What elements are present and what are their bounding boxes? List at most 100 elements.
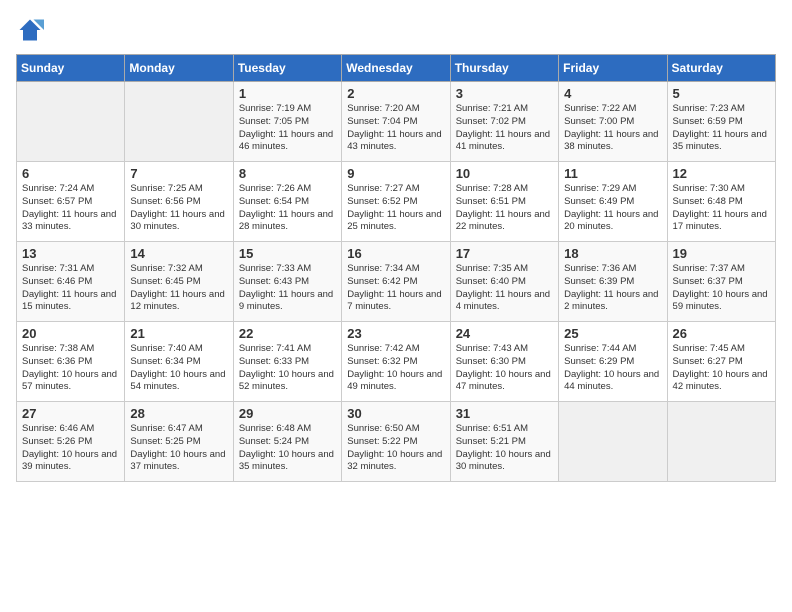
day-number: 17 [456,246,553,261]
calendar-cell: 9Sunrise: 7:27 AMSunset: 6:52 PMDaylight… [342,162,450,242]
week-row-3: 13 Sunrise: 7:31 AMSunset: 6:46 PMDayligh… [17,242,776,322]
day-number: 5 [673,86,770,101]
calendar-cell: 14 Sunrise: 7:32 AMSunset: 6:45 PMDayligh… [125,242,233,322]
cell-details: Sunrise: 7:43 AMSunset: 6:30 PMDaylight:… [456,343,553,394]
week-row-1: 1 Sunrise: 7:19 AMSunset: 7:05 PMDaylight… [17,82,776,162]
cell-details: Sunrise: 7:41 AMSunset: 6:33 PMDaylight:… [239,343,336,394]
calendar-cell: 5 Sunrise: 7:23 AMSunset: 6:59 PMDaylight… [667,82,775,162]
day-number: 11 [564,166,661,181]
calendar-cell: 8 Sunrise: 7:26 AMSunset: 6:54 PMDaylight… [233,162,341,242]
cell-details: Sunrise: 7:45 AMSunset: 6:27 PMDaylight:… [673,343,770,394]
calendar-cell: 17Sunrise: 7:35 AMSunset: 6:40 PMDayligh… [450,242,558,322]
cell-details: Sunrise: 7:31 AMSunset: 6:46 PMDaylight:… [22,263,119,314]
calendar-cell: 7Sunrise: 7:25 AMSunset: 6:56 PMDaylight… [125,162,233,242]
calendar-cell: 18 Sunrise: 7:36 AMSunset: 6:39 PMDayligh… [559,242,667,322]
day-number: 25 [564,326,661,341]
day-number: 8 [239,166,336,181]
calendar-cell: 3 Sunrise: 7:21 AMSunset: 7:02 PMDaylight… [450,82,558,162]
day-number: 27 [22,406,119,421]
calendar-cell: 2Sunrise: 7:20 AMSunset: 7:04 PMDaylight… [342,82,450,162]
calendar-cell: 4 Sunrise: 7:22 AMSunset: 7:00 PMDaylight… [559,82,667,162]
calendar-cell: 15 Sunrise: 7:33 AMSunset: 6:43 PMDayligh… [233,242,341,322]
calendar-table: SundayMondayTuesdayWednesdayThursdayFrid… [16,54,776,482]
cell-details: Sunrise: 7:24 AMSunset: 6:57 PMDaylight:… [22,183,119,234]
calendar-cell: 31Sunrise: 6:51 AMSunset: 5:21 PMDayligh… [450,402,558,482]
calendar-cell: 29 Sunrise: 6:48 AMSunset: 5:24 PMDayligh… [233,402,341,482]
day-number: 14 [130,246,227,261]
cell-details: Sunrise: 7:23 AMSunset: 6:59 PMDaylight:… [673,103,770,154]
calendar-cell [559,402,667,482]
calendar-cell: 21 Sunrise: 7:40 AMSunset: 6:34 PMDayligh… [125,322,233,402]
cell-details: Sunrise: 7:30 AMSunset: 6:48 PMDaylight:… [673,183,770,234]
day-number: 2 [347,86,444,101]
calendar-cell: 13 Sunrise: 7:31 AMSunset: 6:46 PMDayligh… [17,242,125,322]
cell-details: Sunrise: 7:36 AMSunset: 6:39 PMDaylight:… [564,263,661,314]
cell-details: Sunrise: 7:29 AMSunset: 6:49 PMDaylight:… [564,183,661,234]
day-number: 18 [564,246,661,261]
cell-details: Sunrise: 6:46 AMSunset: 5:26 PMDaylight:… [22,423,119,474]
calendar-cell [667,402,775,482]
day-number: 30 [347,406,444,421]
day-number: 24 [456,326,553,341]
day-number: 6 [22,166,119,181]
day-number: 3 [456,86,553,101]
cell-details: Sunrise: 7:33 AMSunset: 6:43 PMDaylight:… [239,263,336,314]
day-number: 1 [239,86,336,101]
calendar-cell: 10Sunrise: 7:28 AMSunset: 6:51 PMDayligh… [450,162,558,242]
week-row-5: 27 Sunrise: 6:46 AMSunset: 5:26 PMDayligh… [17,402,776,482]
day-number: 19 [673,246,770,261]
calendar-cell: 16 Sunrise: 7:34 AMSunset: 6:42 PMDayligh… [342,242,450,322]
header-row: SundayMondayTuesdayWednesdayThursdayFrid… [17,55,776,82]
cell-details: Sunrise: 7:34 AMSunset: 6:42 PMDaylight:… [347,263,444,314]
day-number: 12 [673,166,770,181]
day-number: 29 [239,406,336,421]
day-number: 26 [673,326,770,341]
calendar-cell: 24 Sunrise: 7:43 AMSunset: 6:30 PMDayligh… [450,322,558,402]
calendar-cell: 28 Sunrise: 6:47 AMSunset: 5:25 PMDayligh… [125,402,233,482]
calendar-cell: 22Sunrise: 7:41 AMSunset: 6:33 PMDayligh… [233,322,341,402]
day-number: 4 [564,86,661,101]
calendar-cell: 11 Sunrise: 7:29 AMSunset: 6:49 PMDayligh… [559,162,667,242]
col-header-sunday: Sunday [17,55,125,82]
cell-details: Sunrise: 7:26 AMSunset: 6:54 PMDaylight:… [239,183,336,234]
calendar-cell: 20 Sunrise: 7:38 AMSunset: 6:36 PMDayligh… [17,322,125,402]
cell-details: Sunrise: 7:32 AMSunset: 6:45 PMDaylight:… [130,263,227,314]
cell-details: Sunrise: 7:42 AMSunset: 6:32 PMDaylight:… [347,343,444,394]
calendar-cell [17,82,125,162]
day-number: 23 [347,326,444,341]
day-number: 28 [130,406,227,421]
cell-details: Sunrise: 7:21 AMSunset: 7:02 PMDaylight:… [456,103,553,154]
calendar-cell: 25 Sunrise: 7:44 AMSunset: 6:29 PMDayligh… [559,322,667,402]
day-number: 15 [239,246,336,261]
calendar-cell: 6 Sunrise: 7:24 AMSunset: 6:57 PMDaylight… [17,162,125,242]
col-header-saturday: Saturday [667,55,775,82]
cell-details: Sunrise: 7:38 AMSunset: 6:36 PMDaylight:… [22,343,119,394]
cell-details: Sunrise: 7:40 AMSunset: 6:34 PMDaylight:… [130,343,227,394]
col-header-monday: Monday [125,55,233,82]
page-header [16,16,776,44]
day-number: 10 [456,166,553,181]
col-header-thursday: Thursday [450,55,558,82]
cell-details: Sunrise: 6:47 AMSunset: 5:25 PMDaylight:… [130,423,227,474]
calendar-cell: 1 Sunrise: 7:19 AMSunset: 7:05 PMDaylight… [233,82,341,162]
day-number: 7 [130,166,227,181]
logo-icon [16,16,44,44]
calendar-cell: 12 Sunrise: 7:30 AMSunset: 6:48 PMDayligh… [667,162,775,242]
day-number: 16 [347,246,444,261]
cell-details: Sunrise: 6:48 AMSunset: 5:24 PMDaylight:… [239,423,336,474]
cell-details: Sunrise: 6:50 AMSunset: 5:22 PMDaylight:… [347,423,444,474]
cell-details: Sunrise: 7:44 AMSunset: 6:29 PMDaylight:… [564,343,661,394]
day-number: 13 [22,246,119,261]
cell-details: Sunrise: 7:37 AMSunset: 6:37 PMDaylight:… [673,263,770,314]
calendar-cell: 19 Sunrise: 7:37 AMSunset: 6:37 PMDayligh… [667,242,775,322]
week-row-4: 20 Sunrise: 7:38 AMSunset: 6:36 PMDayligh… [17,322,776,402]
calendar-cell [125,82,233,162]
cell-details: Sunrise: 7:19 AMSunset: 7:05 PMDaylight:… [239,103,336,154]
calendar-cell: 23 Sunrise: 7:42 AMSunset: 6:32 PMDayligh… [342,322,450,402]
day-number: 31 [456,406,553,421]
col-header-friday: Friday [559,55,667,82]
day-number: 20 [22,326,119,341]
logo [16,16,48,44]
day-number: 21 [130,326,227,341]
cell-details: Sunrise: 7:22 AMSunset: 7:00 PMDaylight:… [564,103,661,154]
